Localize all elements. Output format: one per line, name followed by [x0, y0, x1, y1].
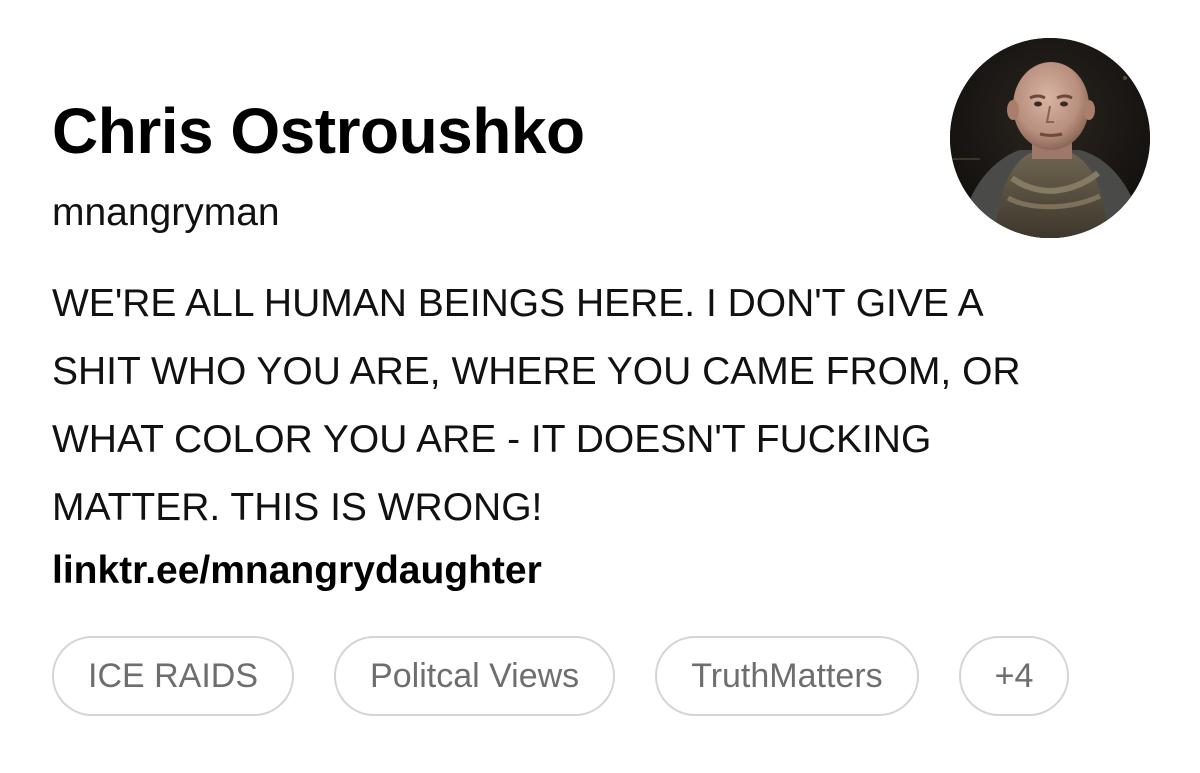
bio-line: SHIT WHO YOU ARE, WHERE YOU CAME FROM, O… [52, 350, 1021, 393]
profile-link[interactable]: linktr.ee/mnangrydaughter [52, 543, 542, 599]
bio-line: WE'RE ALL HUMAN BEINGS HERE. I DON'T GIV… [52, 282, 984, 325]
avatar[interactable] [950, 38, 1150, 238]
more-tags-button[interactable]: +4 [958, 636, 1070, 716]
bio: WE'RE ALL HUMAN BEINGS HERE. I DON'T GIV… [52, 270, 1142, 542]
tag-list: ICE RAIDS Politcal Views TruthMatters +4 [52, 636, 1070, 716]
bio-line: MATTER. THIS IS WRONG! [52, 486, 543, 529]
username: mnangryman [52, 191, 280, 234]
display-name: Chris Ostroushko [52, 95, 585, 167]
tag-chip[interactable]: TruthMatters [655, 636, 919, 716]
tag-chip[interactable]: Politcal Views [334, 636, 616, 716]
avatar-photo-icon [950, 38, 1150, 238]
bio-line: WHAT COLOR YOU ARE - IT DOESN'T FUCKING [52, 418, 932, 461]
profile-header: Chris Ostroushko mnangryman WE'RE ALL HU… [0, 0, 1200, 773]
tag-chip[interactable]: ICE RAIDS [52, 636, 295, 716]
